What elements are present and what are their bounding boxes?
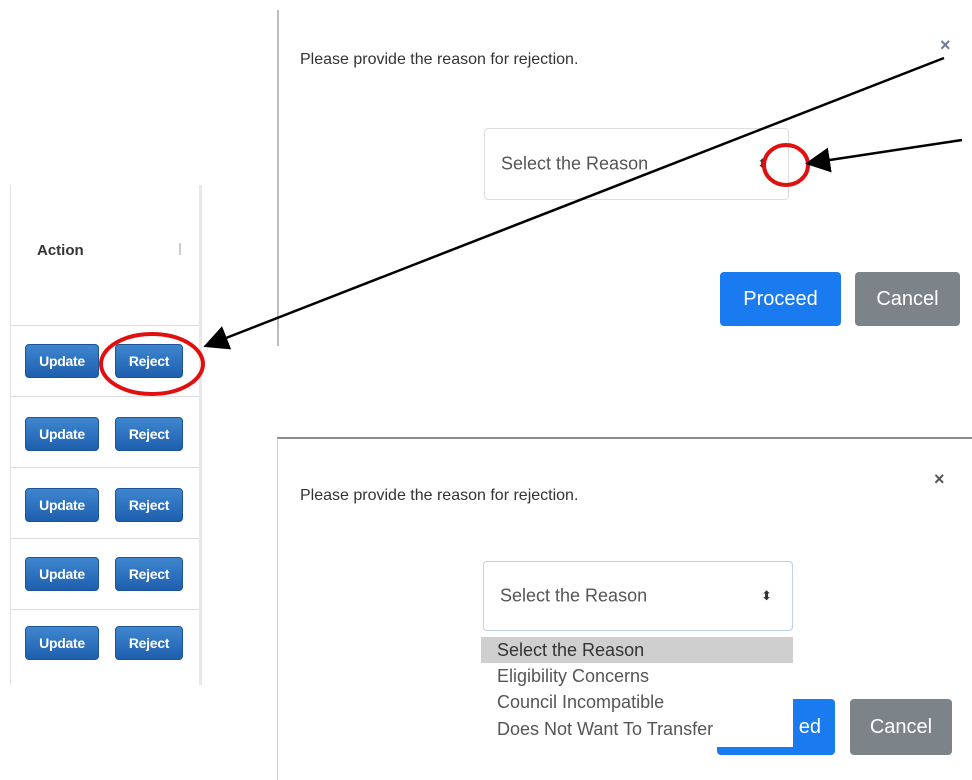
close-icon[interactable]: × [940,35,951,56]
action-column-header: Action [11,185,199,326]
reason-select-value: Select the Reason [500,585,648,606]
column-resize-handle[interactable] [179,243,181,255]
select-caret-icon[interactable]: ⬍ [757,156,768,172]
reason-select[interactable]: Select the Reason ⬍ [484,128,789,200]
rejection-modal: Please provide the reason for rejection.… [277,10,972,346]
reject-button[interactable]: Reject [115,557,183,591]
cancel-button[interactable]: Cancel [855,272,960,326]
action-table: Action Update Reject Update Reject Updat… [10,185,202,685]
modal-prompt: Please provide the reason for rejection. [300,51,579,68]
reject-button[interactable]: Reject [115,626,183,660]
close-icon[interactable]: × [934,469,945,490]
reject-button[interactable]: Reject [115,417,183,451]
update-button[interactable]: Update [25,344,99,378]
table-row: Update Reject [11,468,199,539]
update-button[interactable]: Update [25,488,99,522]
dropdown-option[interactable]: Eligibility Concerns [481,663,793,689]
update-button[interactable]: Update [25,626,99,660]
cancel-button[interactable]: Cancel [850,699,952,755]
table-row: Update Reject [11,539,199,610]
reject-button[interactable]: Reject [115,344,183,378]
table-row: Update Reject [11,610,199,680]
select-caret-icon[interactable]: ⬍ [761,588,772,604]
reason-select-value: Select the Reason [501,153,649,174]
table-row: Update Reject [11,326,199,397]
reason-dropdown-list: Select the Reason Eligibility Concerns C… [481,637,793,747]
table-row: Update Reject [11,397,199,468]
proceed-button[interactable]: Proceed [720,272,841,326]
update-button[interactable]: Update [25,417,99,451]
update-button[interactable]: Update [25,557,99,591]
modal-prompt: Please provide the reason for rejection. [300,487,579,504]
reason-select[interactable]: Select the Reason ⬍ [483,561,793,631]
dropdown-option[interactable]: Select the Reason [481,637,793,663]
reject-button[interactable]: Reject [115,488,183,522]
action-header-label: Action [37,242,84,259]
dropdown-option[interactable]: Does Not Want To Transfer [481,716,793,742]
dropdown-option[interactable]: Council Incompatible [481,689,793,715]
